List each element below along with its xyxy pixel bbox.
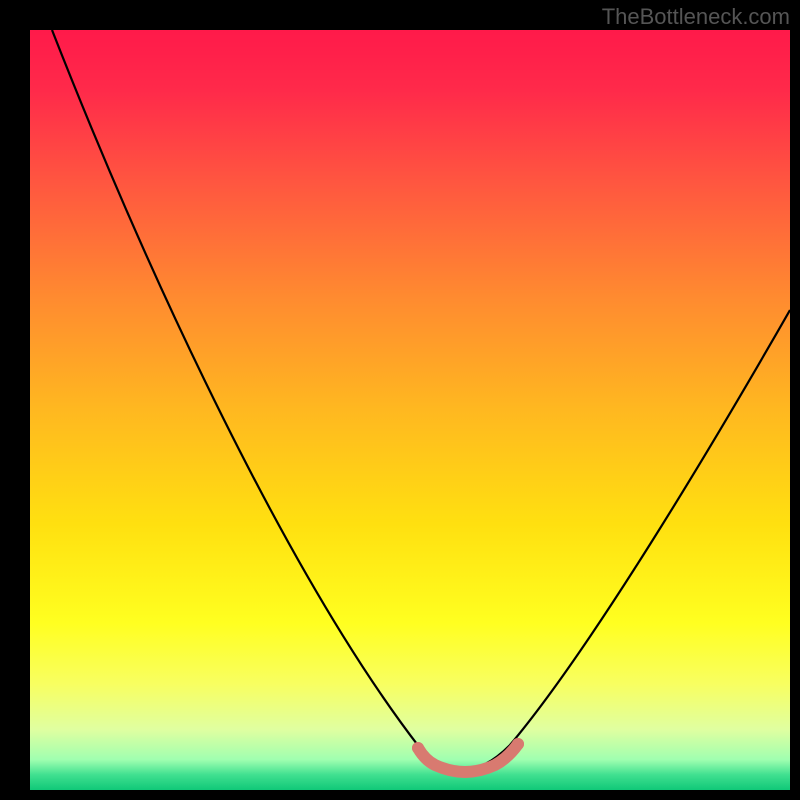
chart-svg [30,30,790,790]
watermark-text: TheBottleneck.com [602,4,790,30]
optimal-dot-left [412,742,424,754]
optimal-band-marker [418,744,518,772]
bottleneck-curve-line [52,30,790,770]
plot-area [30,30,790,790]
optimal-dot-right [512,738,524,750]
